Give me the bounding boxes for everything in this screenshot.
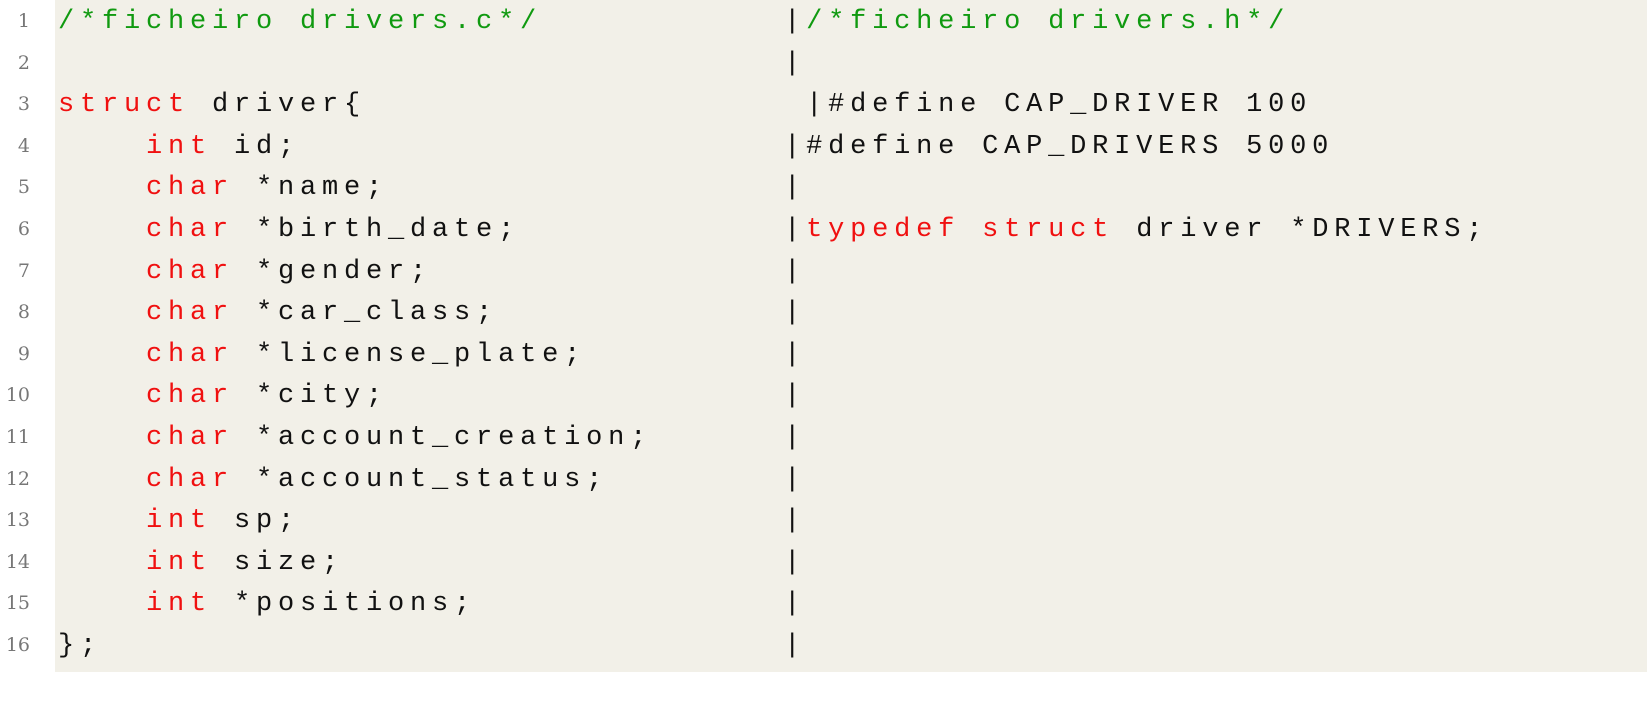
line-number: 14 [5, 550, 30, 573]
code-line: 8 char *car_class; | [18, 292, 1647, 333]
code-text: char *name; | [58, 169, 806, 207]
plain-token: driver{ |#define CAP_DRIVER 100 [190, 90, 1313, 121]
line-number: 9 [17, 342, 30, 365]
code-text: int size; | [58, 544, 806, 582]
keyword-token: char [146, 339, 235, 370]
line-number: 2 [17, 51, 30, 74]
keyword-token: char [146, 423, 235, 453]
code-line: 6 char *birth_date; |typedef struct driv… [18, 209, 1647, 250]
code-line: 5 char *name; | [18, 167, 1647, 208]
code-text: int id; |#define CAP_DRIVERS 5000 [58, 128, 1334, 166]
keyword-token: int [146, 506, 213, 537]
line-number: 3 [17, 93, 30, 116]
code-line: 10 char *city; | [6, 375, 1647, 416]
comment-token: /*ficheiro drivers.h*/ [806, 7, 1291, 37]
code-text: char *license_plate; | [58, 336, 806, 374]
keyword-token: int [146, 589, 213, 620]
code-line: 14 int size; | [6, 542, 1647, 583]
plain-token: id; |#define CAP_DRIVERS 5000 [212, 131, 1335, 162]
line-number: 12 [5, 467, 30, 490]
plain-token: | [58, 48, 807, 79]
code-line: 4 int id; |#define CAP_DRIVERS 5000 [18, 126, 1647, 167]
code-line: 16 }; | [6, 625, 1647, 666]
line-number: 11 [5, 426, 30, 448]
code-line: 7 char *gender; | [18, 251, 1647, 292]
code-line: 15 int *positions; | [6, 583, 1647, 624]
line-number: 13 [5, 509, 30, 532]
code-text: char *car_class; | [58, 294, 806, 332]
code-text: char *gender; | [58, 253, 806, 291]
code-text: | [58, 45, 806, 83]
keyword-token: int [146, 547, 213, 578]
keyword-token: struct [982, 215, 1115, 245]
code-text: char *account_status; | [58, 461, 806, 499]
line-number: 4 [17, 134, 30, 157]
plain-token: | [542, 7, 807, 37]
plain-token: *gender; | [234, 256, 807, 287]
code-line: 11 char *account_creation; | [6, 417, 1647, 458]
code-line: 2 | [18, 43, 1647, 84]
plain-token: *birth_date; | [234, 215, 807, 245]
code-text: /*ficheiro drivers.c*/ |/*ficheiro drive… [58, 3, 1290, 41]
plain-token: sp; | [212, 506, 807, 537]
plain-token: *license_plate; | [234, 339, 807, 370]
line-number: 16 [5, 634, 30, 656]
plain-token: *positions; | [212, 589, 807, 620]
code-text: char *city; | [58, 377, 806, 415]
comment-token: /*ficheiro drivers.c*/ [58, 7, 543, 37]
plain-token: *city; | [234, 381, 807, 412]
code-listing: 1/*ficheiro drivers.c*/ |/*ficheiro driv… [6, 0, 1647, 672]
keyword-token: char [146, 256, 235, 287]
code-text: char *birth_date; |typedef struct driver… [58, 211, 1488, 249]
line-number: 8 [17, 301, 30, 324]
keyword-token: struct [58, 90, 191, 121]
code-line: 3 struct driver{ |#define CAP_DRIVER 100 [18, 84, 1647, 125]
line-number: 5 [17, 176, 30, 199]
line-number: 15 [5, 592, 30, 615]
code-text: struct driver{ |#define CAP_DRIVER 100 [58, 86, 1312, 124]
code-text: }; | [58, 627, 806, 665]
keyword-token: char [146, 381, 235, 412]
line-number: 7 [17, 259, 30, 282]
plain-token: *account_creation; | [234, 423, 807, 453]
plain-token: }; | [58, 631, 807, 661]
plain-token: driver *DRIVERS; [1114, 215, 1489, 245]
line-number: 1 [17, 10, 30, 32]
code-line: 9 char *license_plate; | [18, 334, 1647, 375]
keyword-token: char [146, 464, 235, 495]
keyword-token: char [146, 173, 235, 204]
code-text: int sp; | [58, 502, 806, 540]
plain-token: *car_class; | [234, 298, 807, 329]
keyword-token: char [146, 215, 235, 245]
keyword-token: int [146, 131, 213, 162]
plain-token: *account_status; | [234, 464, 807, 495]
code-line: 13 int sp; | [6, 500, 1647, 541]
code-text: int *positions; | [58, 585, 806, 623]
keyword-token: char [146, 298, 235, 329]
code-line: 1 /*ficheiro drivers.c*/ |/*ficheiro driv… [18, 1, 1647, 42]
line-number: 6 [17, 218, 30, 240]
keyword-token: typedef [806, 215, 961, 245]
plain-token: *name; | [234, 173, 807, 204]
line-number: 10 [5, 384, 30, 407]
plain-token: size; | [212, 547, 807, 578]
code-text: char *account_creation; | [58, 419, 806, 457]
code-line: 12 char *account_status; | [6, 459, 1647, 500]
